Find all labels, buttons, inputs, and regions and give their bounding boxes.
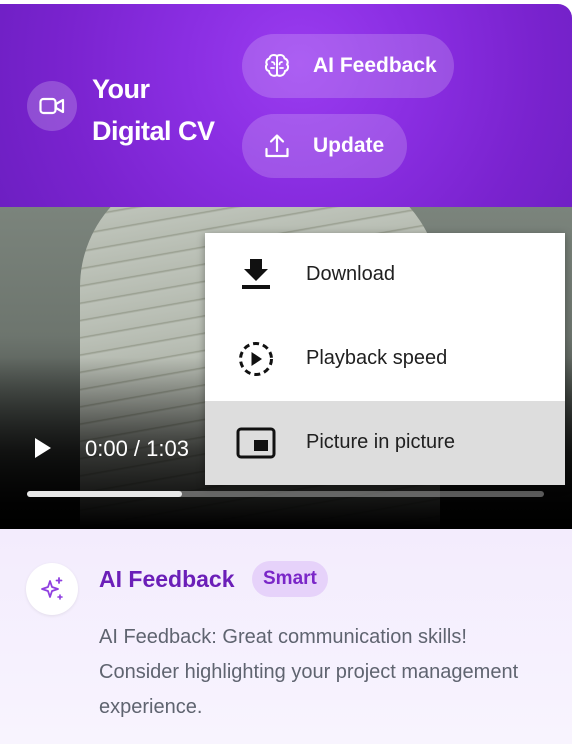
menu-item-picture-in-picture[interactable]: Picture in picture: [205, 401, 565, 485]
brain-icon: [264, 53, 290, 77]
upload-icon: [265, 134, 289, 158]
feedback-text: AI Feedback: Great communication skills!…: [99, 626, 519, 718]
menu-item-download[interactable]: Download: [205, 233, 565, 317]
ai-feedback-section: AI Feedback Smart AI Feedback: Great com…: [0, 529, 572, 744]
smart-badge: Smart: [252, 561, 328, 597]
video-camera-badge: [27, 81, 77, 131]
picture-in-picture-icon: [236, 427, 276, 459]
card-title: Your Digital CV: [92, 68, 215, 152]
title-line-1: Your: [92, 74, 150, 104]
play-icon[interactable]: [33, 437, 53, 459]
title-line-2: Digital CV: [92, 116, 215, 146]
update-button[interactable]: Update: [242, 114, 407, 178]
video-options-menu: Download Playback speed Picture in pictu…: [205, 233, 565, 485]
download-icon: [242, 259, 270, 289]
progress-fill: [27, 491, 183, 497]
card-header: Your Digital CV AI Feedback Update: [0, 4, 572, 207]
ai-feedback-label: AI Feedback: [313, 54, 437, 77]
menu-item-playback-speed[interactable]: Playback speed: [205, 317, 565, 401]
menu-item-download-label: Download: [306, 263, 395, 285]
menu-item-picture-in-picture-label: Picture in picture: [306, 431, 455, 453]
ai-feedback-button[interactable]: AI Feedback: [242, 34, 454, 98]
digital-cv-card: Your Digital CV AI Feedback Update 0:00 …: [0, 4, 572, 744]
video-camera-icon: [39, 97, 65, 115]
feedback-title: AI Feedback: [99, 566, 235, 592]
menu-item-playback-speed-label: Playback speed: [306, 347, 448, 369]
playback-speed-icon: [239, 342, 273, 376]
sparkle-badge: [26, 563, 78, 615]
time-display: 0:00 / 1:03: [85, 436, 189, 461]
update-label: Update: [313, 134, 385, 157]
progress-track[interactable]: [27, 491, 544, 497]
sparkle-icon: [41, 577, 63, 600]
